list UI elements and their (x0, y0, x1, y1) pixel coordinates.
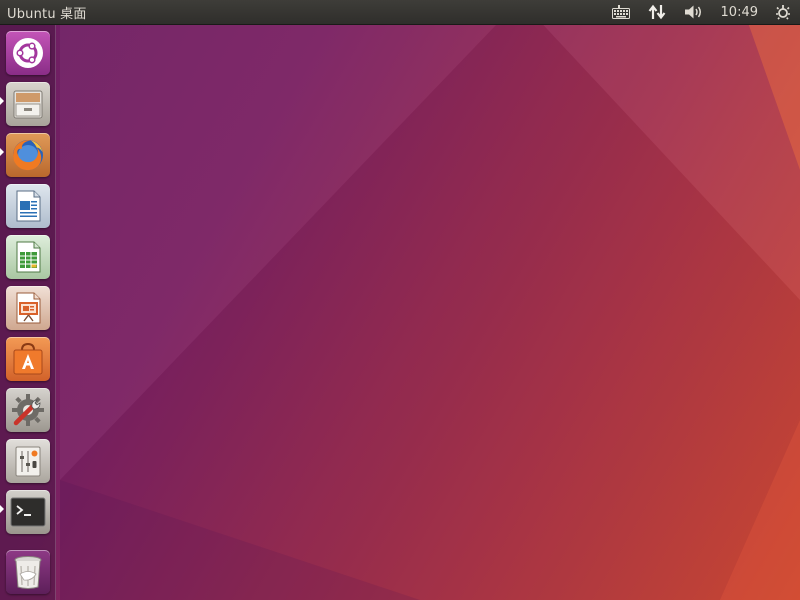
writer-icon (16, 190, 41, 222)
launcher-item-system-monitor[interactable] (6, 439, 50, 483)
launcher-item-libreoffice-calc[interactable] (6, 235, 50, 279)
network-updown-icon[interactable] (639, 0, 675, 24)
impress-icon (16, 292, 41, 324)
ubuntu-logo-icon (13, 38, 43, 68)
settings-wrench-icon (12, 394, 44, 426)
panel-title: Ubuntu 桌面 (7, 6, 87, 22)
panel-clock[interactable]: 10:49 (713, 5, 766, 20)
launcher-item-firefox[interactable] (6, 133, 50, 177)
volume-icon[interactable] (675, 0, 713, 24)
keyboard-icon[interactable] (603, 0, 639, 24)
power-gear-icon[interactable] (766, 0, 800, 24)
top-panel: Ubuntu 桌面 10:49 (0, 0, 800, 25)
firefox-icon (13, 140, 43, 171)
file-cabinet-icon (13, 90, 43, 119)
running-indicator (0, 97, 4, 105)
launcher-item-files[interactable] (6, 82, 50, 126)
launcher-item-trash[interactable] (6, 550, 50, 594)
launcher (0, 25, 56, 600)
launcher-item-libreoffice-writer[interactable] (6, 184, 50, 228)
launcher-item-dash-home[interactable] (6, 31, 50, 75)
desktop-wallpaper[interactable] (0, 0, 800, 600)
launcher-item-ubuntu-software[interactable] (6, 337, 50, 381)
calc-icon (16, 241, 41, 273)
running-indicator (0, 505, 4, 513)
terminal-icon (10, 497, 46, 527)
launcher-item-terminal[interactable] (6, 490, 50, 534)
wallpaper-shapes (60, 0, 800, 600)
sliders-icon (15, 446, 41, 477)
indicator-area: 10:49 (603, 0, 800, 24)
launcher-item-system-settings[interactable] (6, 388, 50, 432)
launcher-item-libreoffice-impress[interactable] (6, 286, 50, 330)
running-indicator (0, 148, 4, 156)
trash-icon (14, 556, 42, 589)
software-bag-icon (13, 342, 43, 375)
